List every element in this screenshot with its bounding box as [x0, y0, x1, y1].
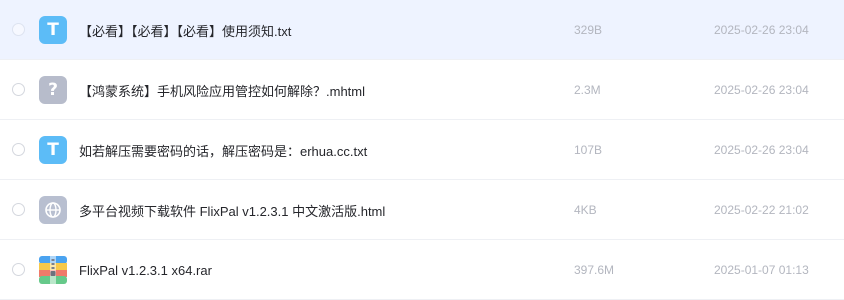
unknown-file-icon: ?: [39, 76, 67, 104]
file-row[interactable]: T 【必看】【必看】【必看】使用须知.txt 329B 2025-02-26 2…: [0, 0, 844, 60]
row-checkbox[interactable]: [12, 83, 25, 96]
file-date: 2025-02-22 21:02: [714, 203, 809, 217]
txt-file-icon: T: [39, 16, 67, 44]
file-name[interactable]: FlixPal v1.2.3.1 x64.rar: [79, 240, 212, 300]
file-name[interactable]: 【必看】【必看】【必看】使用须知.txt: [79, 0, 291, 60]
file-date: 2025-02-26 23:04: [714, 143, 809, 157]
file-name[interactable]: 【鸿蒙系统】手机风险应用管控如何解除？.mhtml: [79, 60, 365, 120]
file-row[interactable]: T 如若解压需要密码的话，解压密码是：erhua.cc.txt 107B 202…: [0, 120, 844, 180]
globe-icon: [45, 202, 61, 218]
file-size: 2.3M: [574, 83, 601, 97]
file-date: 2025-02-26 23:04: [714, 23, 809, 37]
file-size: 397.6M: [574, 263, 615, 277]
html-file-icon: [39, 196, 67, 224]
row-checkbox[interactable]: [12, 203, 25, 216]
file-row[interactable]: 多平台视频下载软件 FlixPal v1.2.3.1 中文激活版.html 4K…: [0, 180, 844, 240]
rar-archive-icon: [39, 256, 67, 284]
txt-file-icon: T: [39, 136, 67, 164]
file-row[interactable]: FlixPal v1.2.3.1 x64.rar 397.6M 2025-01-…: [0, 240, 844, 300]
row-checkbox[interactable]: [12, 23, 25, 36]
file-date: 2025-02-26 23:04: [714, 83, 809, 97]
file-size: 329B: [574, 23, 603, 37]
row-checkbox[interactable]: [12, 263, 25, 276]
file-name[interactable]: 如若解压需要密码的话，解压密码是：erhua.cc.txt: [79, 120, 367, 180]
archive-stack-icon: [39, 256, 67, 284]
file-list: T 【必看】【必看】【必看】使用须知.txt 329B 2025-02-26 2…: [0, 0, 844, 300]
file-row[interactable]: ? 【鸿蒙系统】手机风险应用管控如何解除？.mhtml 2.3M 2025-02…: [0, 60, 844, 120]
file-size: 107B: [574, 143, 603, 157]
file-name[interactable]: 多平台视频下载软件 FlixPal v1.2.3.1 中文激活版.html: [79, 180, 385, 240]
row-checkbox[interactable]: [12, 143, 25, 156]
file-size: 4KB: [574, 203, 597, 217]
file-date: 2025-01-07 01:13: [714, 263, 809, 277]
